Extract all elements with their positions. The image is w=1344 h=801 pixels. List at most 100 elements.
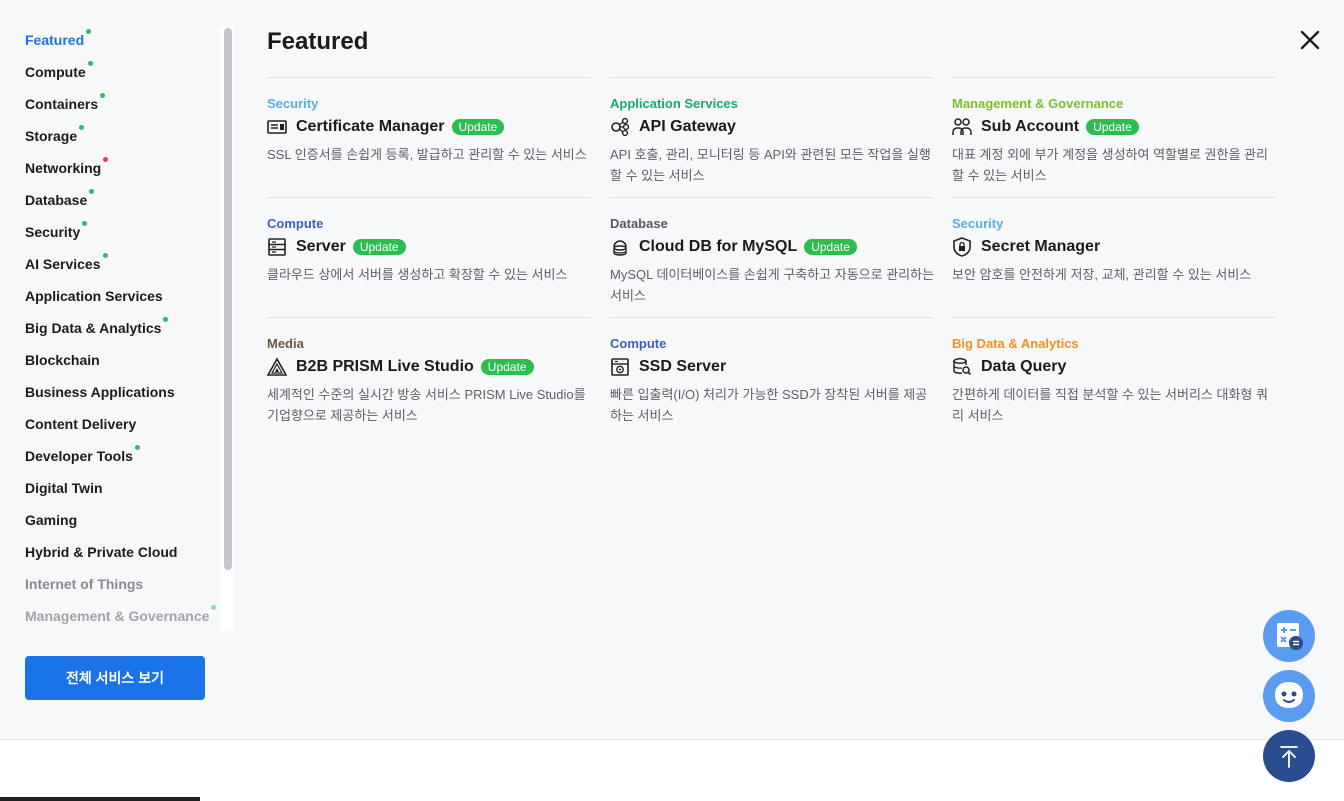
- sidebar-item-label: Business Applications: [25, 384, 175, 400]
- service-category: Media: [267, 336, 304, 351]
- update-badge: Update: [480, 359, 534, 375]
- service-description: 빠른 입출력(I/O) 처리가 가능한 SSD가 장착된 서버를 제공하는 서비…: [610, 387, 928, 423]
- update-badge: Update: [804, 239, 857, 255]
- sidebar-item-ai-services[interactable]: AI Services: [25, 253, 108, 278]
- prism-icon: [267, 357, 287, 376]
- sidebar-item-label: AI Services: [25, 256, 101, 272]
- service-card-ssd-server[interactable]: Compute SSD Server 빠른 입출력(I/O) 처리가 가능한 SSD…: [610, 317, 933, 437]
- service-title-row: Certificate Manager Update: [267, 116, 505, 138]
- service-card-b2b-prism-live-studio[interactable]: Media B2B PRISM Live Studio Update 세계적인 수준의…: [267, 317, 590, 437]
- sidebar-item-label: Networking: [25, 160, 102, 176]
- sidebar-item-storage[interactable]: Storage: [25, 125, 85, 150]
- calculator-button[interactable]: [1263, 610, 1315, 662]
- sidebar-item-hybrid-private-cloud[interactable]: Hybrid & Private Cloud: [25, 544, 177, 566]
- scroll-top-button[interactable]: [1263, 730, 1315, 782]
- ssd-server-icon: [611, 358, 629, 376]
- sidebar-item-label: Blockchain: [25, 352, 100, 368]
- service-name[interactable]: Cloud DB for MySQL: [639, 238, 797, 256]
- sidebar-item-management-governance[interactable]: Management & Governance: [25, 605, 217, 630]
- service-description: 보안 암호를 안전하게 저장, 교체, 관리할 수 있는 서비스: [952, 267, 1252, 282]
- service-title-row: SSD Server: [610, 356, 726, 378]
- service-description: SSL 인증서를 손쉽게 등록, 발급하고 관리할 수 있는 서비스: [267, 147, 587, 162]
- sidebar-item-business-applications[interactable]: Business Applications: [25, 384, 175, 406]
- sidebar-item-developer-tools[interactable]: Developer Tools: [25, 445, 140, 470]
- sidebar-item-security[interactable]: Security: [25, 221, 88, 246]
- new-indicator-dot: [82, 221, 88, 226]
- service-description: 대표 계정 외에 부가 계정을 생성하여 역할별로 권한을 관리할 수 있는 서…: [952, 147, 1268, 183]
- service-card-server[interactable]: Compute Server Update 클라우드 상에서 서버를 생성하고 확장할…: [267, 197, 590, 317]
- service-card-api-gateway[interactable]: Application Services API Gateway API 호출, 관…: [610, 77, 933, 197]
- service-name[interactable]: B2B PRISM Live Studio: [296, 358, 474, 376]
- service-name[interactable]: Sub Account: [981, 118, 1079, 136]
- service-description: 세계적인 수준의 실시간 방송 서비스 PRISM Live Studio를 기…: [267, 387, 586, 423]
- cloud-db-icon: [613, 240, 627, 256]
- sidebar-item-featured[interactable]: Featured: [25, 29, 92, 54]
- new-indicator-dot: [86, 29, 92, 34]
- close-button[interactable]: [1297, 27, 1323, 53]
- service-card-data-query[interactable]: Big Data & Analytics Data Query 간편하게 데이터를 …: [952, 317, 1275, 437]
- all-services-button[interactable]: 전체 서비스 보기: [25, 656, 205, 700]
- page-title: Featured: [267, 28, 369, 55]
- sidebar-item-gaming[interactable]: Gaming: [25, 512, 77, 534]
- service-card-sub-account[interactable]: Management & Governance Sub Account Update…: [952, 77, 1275, 197]
- sidebar-item-label: Internet of Things: [25, 576, 144, 592]
- sidebar-item-label: Big Data & Analytics: [25, 320, 162, 336]
- sidebar-item-label: Storage: [25, 128, 78, 144]
- service-title-row: Sub Account Update: [952, 116, 1139, 138]
- server-icon: [268, 238, 286, 256]
- sidebar-item-database[interactable]: Database: [25, 189, 95, 214]
- new-indicator-dot: [163, 317, 169, 322]
- new-indicator-dot: [100, 93, 106, 98]
- sidebar-item-label: Security: [25, 224, 81, 240]
- sidebar-item-big-data-analytics[interactable]: Big Data & Analytics: [25, 317, 169, 342]
- api-gateway-icon: [611, 117, 630, 137]
- service-name[interactable]: SSD Server: [639, 358, 726, 376]
- service-name[interactable]: Certificate Manager: [296, 118, 445, 136]
- certificate-icon: [267, 120, 287, 134]
- new-indicator-dot: [79, 125, 85, 130]
- chatbot-icon: [1275, 682, 1303, 708]
- service-description: 간편하게 데이터를 직접 분석할 수 있는 서버리스 대화형 쿼리 서비스: [952, 387, 1268, 423]
- sidebar-item-label: Digital Twin: [25, 480, 103, 496]
- sidebar-item-digital-twin[interactable]: Digital Twin: [25, 480, 103, 502]
- sidebar-item-compute[interactable]: Compute: [25, 61, 93, 86]
- service-name[interactable]: Server: [296, 238, 346, 256]
- sidebar-item-label: Compute: [25, 64, 86, 80]
- service-title-row: Server Update: [267, 236, 406, 258]
- sidebar-item-label: Database: [25, 192, 88, 208]
- sidebar-item-label: Management & Governance: [25, 608, 210, 624]
- sidebar-item-content-delivery[interactable]: Content Delivery: [25, 416, 136, 438]
- service-category: Big Data & Analytics: [952, 336, 1079, 351]
- service-category: Security: [267, 96, 319, 111]
- service-name[interactable]: Data Query: [981, 358, 1066, 376]
- chatbot-button[interactable]: [1263, 670, 1315, 722]
- sidebar-item-blockchain[interactable]: Blockchain: [25, 352, 100, 374]
- service-name[interactable]: API Gateway: [639, 118, 736, 136]
- services-panel: Featured Compute Containers Storage Networki…: [0, 0, 1344, 740]
- sidebar-item-label: Gaming: [25, 512, 78, 528]
- sidebar-item-label: Containers: [25, 96, 99, 112]
- new-indicator-dot: [89, 189, 95, 194]
- bottom-bar: [0, 797, 200, 801]
- sidebar-item-internet-of-things[interactable]: Internet of Things: [25, 576, 143, 598]
- close-icon: [1300, 30, 1320, 50]
- service-category: Database: [610, 216, 668, 231]
- service-category: Management & Governance: [952, 96, 1124, 111]
- new-indicator-dot: [103, 157, 109, 162]
- service-card-secret-manager[interactable]: Security Secret Manager 보안 암호를 안전하게 저장, 교체…: [952, 197, 1275, 317]
- service-title-row: API Gateway: [610, 116, 736, 138]
- new-indicator-dot: [211, 605, 217, 610]
- sidebar-item-application-services[interactable]: Application Services: [25, 288, 163, 310]
- service-category: Application Services: [610, 96, 738, 111]
- new-indicator-dot: [134, 445, 140, 450]
- new-indicator-dot: [87, 61, 93, 66]
- service-card-certificate-manager[interactable]: Security Certificate Manager Update SSL 인증서…: [267, 77, 590, 197]
- sidebar-item-containers[interactable]: Containers: [25, 93, 106, 118]
- service-name[interactable]: Secret Manager: [981, 238, 1100, 256]
- sidebar-item-label: Developer Tools: [25, 448, 133, 464]
- sidebar-item-networking[interactable]: Networking: [25, 157, 109, 182]
- service-card-cloud-db-for-mysql[interactable]: Database Cloud DB for MySQL Update MySQL 데이…: [610, 197, 935, 317]
- arrow-up-icon: [1280, 746, 1298, 768]
- service-description: MySQL 데이터베이스를 손쉽게 구축하고 자동으로 관리하는 서비스: [610, 267, 935, 303]
- shield-lock-icon: [953, 237, 971, 257]
